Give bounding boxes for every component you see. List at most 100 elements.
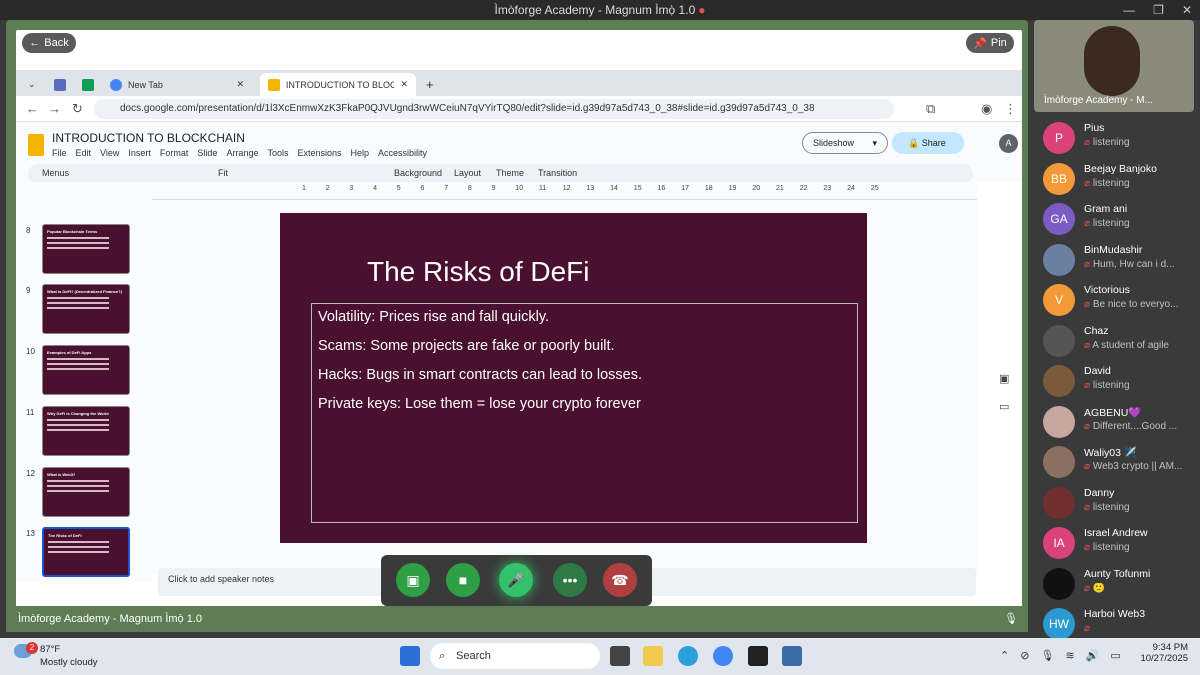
menu-tools[interactable]: Tools — [267, 148, 288, 158]
slide-thumbnail[interactable]: Why DeFi is Changing the World — [42, 406, 130, 456]
presenter-name: Ìmòforge Academy - Magnum Ìmọ̀ 1.0 — [18, 613, 203, 625]
share-button[interactable]: 🔒 Share — [892, 132, 964, 154]
screen-share-button[interactable]: ▣ — [396, 563, 430, 597]
weather-widget[interactable]: 2 87°F Mostly cloudy — [14, 642, 98, 668]
participant-item[interactable]: Aunty Tofunmi ⌀ 🙁 — [1040, 566, 1198, 602]
zoom-select[interactable]: Fit — [218, 168, 228, 178]
wifi-icon[interactable]: ≋ — [1065, 649, 1074, 662]
tab-app-2[interactable] — [74, 73, 102, 96]
battery-icon[interactable]: ▭ — [1110, 649, 1120, 662]
slide-body-textbox[interactable]: Volatility: Prices rise and fall quickly… — [311, 303, 858, 523]
mic-muted-icon: ⌀ — [1084, 299, 1093, 310]
menu-slide[interactable]: Slide — [197, 148, 217, 158]
url-field[interactable]: docs.google.com/presentation/d/1l3XcEnmw… — [94, 99, 894, 119]
back-arrow-icon[interactable]: ← — [26, 101, 39, 116]
chrome-icon[interactable] — [713, 646, 733, 666]
volume-icon[interactable]: 🔊 — [1086, 649, 1100, 662]
more-icon[interactable]: ⋮ — [1004, 101, 1017, 117]
slideshow-button[interactable]: Slideshow ▾ — [802, 132, 888, 154]
clock[interactable]: 9:34 PM 10/27/2025 — [1140, 642, 1188, 664]
menu-file[interactable]: File — [52, 148, 67, 158]
tab-dropdown[interactable]: ⌄ — [20, 73, 44, 96]
participant-item[interactable]: David ⌀ listening — [1040, 363, 1198, 399]
transition-button[interactable]: Transition — [538, 168, 577, 178]
menu-arrange[interactable]: Arrange — [226, 148, 258, 158]
menu-format[interactable]: Format — [160, 148, 189, 158]
avatar[interactable]: A — [999, 134, 1018, 153]
participant-item[interactable]: Waliy03 ✈️ ⌀ Web3 crypto || AM... — [1040, 444, 1198, 480]
slide-thumbnail[interactable]: Examples of DeFi Apps — [42, 345, 130, 395]
minimize-icon[interactable]: — — [1123, 0, 1135, 20]
slide-thumbnail[interactable]: What is Web3? — [42, 467, 130, 517]
participant-item[interactable]: Chaz ⌀ A student of agile — [1040, 323, 1198, 359]
slide-title[interactable]: The Risks of DeFi — [367, 256, 590, 288]
microphone-button[interactable]: 🎤 — [499, 563, 533, 597]
pycharm-icon[interactable] — [748, 646, 768, 666]
tab-label: New Tab — [128, 79, 163, 90]
microphone-icon[interactable]: 🎙 — [1040, 649, 1054, 662]
participant-status: ⌀ listening — [1084, 542, 1194, 553]
folder-icon[interactable]: ▭ — [999, 400, 1009, 413]
task-view-icon[interactable] — [610, 646, 630, 666]
status-text: listening — [1092, 218, 1130, 229]
camera-button[interactable]: ■ — [446, 563, 480, 597]
participant-item[interactable]: IA Israel Andrew ⌀ listening — [1040, 525, 1198, 561]
menu-view[interactable]: View — [100, 148, 119, 158]
weather-desc: Mostly cloudy — [40, 657, 98, 668]
participant-item[interactable]: BB Beejay Banjoko ⌀ listening — [1040, 161, 1198, 197]
participant-item[interactable]: HW Harboi Web3 ⌀ — [1040, 606, 1198, 642]
menu-help[interactable]: Help — [351, 148, 370, 158]
slide-thumbnail[interactable]: Popular Blockchain Terms — [42, 224, 130, 274]
close-icon[interactable]: ✕ — [1182, 0, 1192, 20]
start-icon[interactable] — [400, 646, 420, 666]
self-video-tile[interactable]: Ìmòforge Academy - M... — [1034, 20, 1194, 112]
doc-title[interactable]: INTRODUCTION TO BLOCKCHAIN — [52, 131, 245, 145]
tab-new-tab[interactable]: New Tab ✕ — [102, 73, 252, 96]
tab-app-1[interactable] — [46, 73, 74, 96]
participant-item[interactable]: GA Gram ani ⌀ listening — [1040, 201, 1198, 237]
close-icon[interactable]: ✕ — [236, 79, 244, 90]
avatar — [1043, 324, 1075, 357]
maximize-icon[interactable]: ❐ — [1153, 0, 1164, 20]
ruler-tick-label: 4 — [373, 185, 377, 192]
new-tab-button[interactable]: + — [418, 73, 442, 96]
postgres-icon[interactable] — [782, 646, 802, 666]
pin-button[interactable]: 📌 Pin — [966, 33, 1014, 53]
theme-button[interactable]: Theme — [496, 168, 524, 178]
reload-icon[interactable]: ↻ — [72, 101, 83, 117]
network-off-icon[interactable]: ⊘ — [1020, 649, 1029, 662]
slide[interactable]: The Risks of DeFi Volatility: Prices ris… — [280, 213, 867, 543]
layout-button[interactable]: Layout — [454, 168, 481, 178]
participant-item[interactable]: P Pius ⌀ listening — [1040, 120, 1198, 156]
end-call-button[interactable]: ☎ — [603, 563, 637, 597]
menu-accessibility[interactable]: Accessibility — [378, 148, 427, 158]
keep-icon[interactable]: ▣ — [999, 372, 1009, 385]
participant-item[interactable]: V Victorious ⌀ Be nice to everyo... — [1040, 282, 1198, 318]
close-icon[interactable]: ✕ — [400, 79, 408, 90]
slide-thumbnail[interactable]: What is DeFi? (Decentralized Finance?) — [42, 284, 130, 334]
participant-name: Israel Andrew — [1084, 527, 1148, 539]
forward-arrow-icon[interactable]: → — [48, 101, 61, 116]
telegram-icon[interactable] — [678, 646, 698, 666]
menu-extensions[interactable]: Extensions — [297, 148, 341, 158]
back-label: Back — [44, 37, 69, 49]
extension-icon[interactable]: ⧉ — [926, 101, 935, 117]
profile-icon[interactable]: ◉ — [981, 101, 992, 117]
taskbar-search[interactable]: ⌕ Search — [430, 643, 600, 669]
participant-item[interactable]: Danny ⌀ listening — [1040, 485, 1198, 521]
back-button[interactable]: ← Back — [22, 33, 76, 53]
file-explorer-icon[interactable] — [643, 646, 663, 666]
more-options-button[interactable]: ••• — [553, 563, 587, 597]
tab-presentation[interactable]: INTRODUCTION TO BLOCKCHA ✕ — [260, 73, 416, 96]
slide-thumbnail-selected[interactable]: The Risks of DeFi — [42, 527, 130, 577]
chevron-down-icon[interactable]: ▾ — [873, 138, 878, 148]
participant-item[interactable]: BinMudashir ⌀ Hum, Hw can i d... — [1040, 242, 1198, 278]
search-menus-field[interactable]: Menus — [42, 168, 69, 178]
participant-item[interactable]: AGBENU💜 ⌀ Different....Good ... — [1040, 404, 1198, 440]
ruler-tick-label: 23 — [823, 185, 832, 192]
background-button[interactable]: Background — [394, 168, 442, 178]
ruler-tick-label: 10 — [515, 185, 524, 192]
chevron-up-icon[interactable]: ⌃ — [1000, 649, 1009, 662]
menu-edit[interactable]: Edit — [76, 148, 92, 158]
menu-insert[interactable]: Insert — [128, 148, 151, 158]
